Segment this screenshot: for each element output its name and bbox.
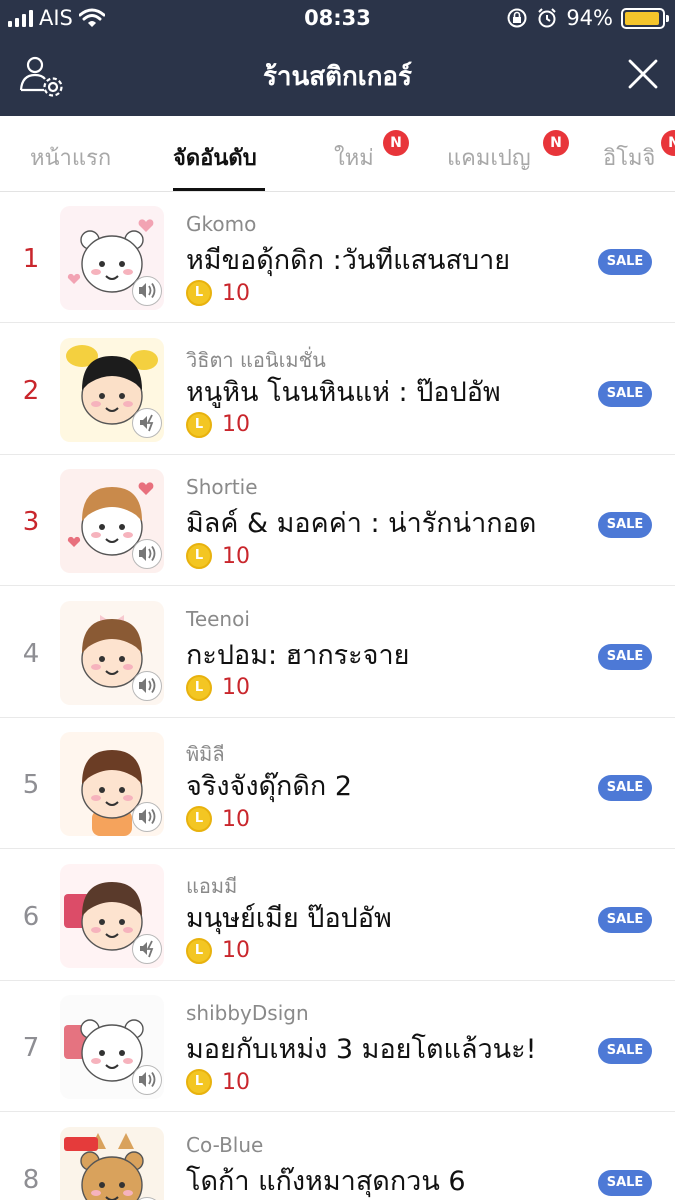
battery-icon bbox=[621, 7, 669, 29]
sticker-name: หนูหิน โนนหินแห่ : ป๊อปอัพ bbox=[186, 376, 501, 408]
sticker-author: Co-Blue bbox=[186, 1132, 264, 1157]
sound-icon[interactable] bbox=[132, 276, 162, 306]
sticker-thumbnail[interactable] bbox=[60, 1126, 164, 1200]
popup-sound-icon[interactable] bbox=[132, 933, 162, 964]
tab-new[interactable]: ใหม่ bbox=[334, 140, 374, 175]
sale-badge: SALE bbox=[598, 249, 652, 275]
sticker-name: มนุษย์เมีย ป๊อปอัพ bbox=[186, 902, 392, 934]
sticker-author: Gkomo bbox=[186, 212, 257, 236]
price-value: 10 bbox=[222, 806, 250, 832]
popup-sound-icon[interactable] bbox=[132, 407, 162, 438]
coin-icon: L bbox=[186, 411, 212, 438]
sticker-name: กะปอม: ฮากระจาย bbox=[186, 639, 410, 671]
rank-number: 8 bbox=[22, 1164, 40, 1195]
sticker-list-item[interactable]: 4 Teenoi กะปอม: ฮากระจาย L 10 SALE bbox=[0, 586, 675, 718]
alarm-icon bbox=[538, 8, 557, 28]
status-bar: AIS 08:33 94% bbox=[0, 0, 675, 38]
rank-number: 3 bbox=[22, 507, 40, 537]
sticker-name: จริงจังดุ๊กดิก 2 bbox=[186, 771, 353, 802]
price-value: 10 bbox=[222, 543, 250, 569]
app-header: AIS 08:33 94% ร้านสติกเกอร์ bbox=[0, 0, 675, 116]
sticker-price: L 10 bbox=[186, 674, 250, 701]
page-title: ร้านสติกเกอร์ bbox=[262, 62, 413, 92]
rank-number: 4 bbox=[22, 638, 40, 669]
coin-icon: L bbox=[186, 806, 212, 832]
coin-icon: L bbox=[186, 1069, 212, 1095]
tab-emoji[interactable]: อิโมจิ bbox=[603, 140, 655, 175]
price-value: 10 bbox=[222, 280, 250, 306]
tab-home[interactable]: หน้าแรก bbox=[30, 140, 111, 175]
tab-new-badge: N bbox=[383, 130, 409, 156]
orientation-lock-icon bbox=[507, 8, 527, 28]
tab-ranking[interactable]: จัดอันดับ bbox=[173, 140, 257, 175]
sound-icon[interactable] bbox=[132, 1065, 162, 1095]
active-tab-indicator bbox=[173, 188, 265, 191]
sticker-author: Teenoi bbox=[186, 606, 250, 631]
sticker-list-item[interactable]: 8 Co-Blue โดก้า แก๊งหมาสุดกวน 6 L 10 SAL… bbox=[0, 1112, 675, 1200]
sound-icon[interactable] bbox=[132, 1196, 162, 1200]
sticker-author: shibbyDsign bbox=[186, 1001, 309, 1025]
sticker-list-item[interactable]: 5 พิมิลี จริงจังดุ๊กดิก 2 L 10 SALE bbox=[0, 718, 675, 849]
sticker-name: โดก้า แก๊งหมาสุดกวน 6 bbox=[186, 1165, 466, 1197]
sound-icon[interactable] bbox=[132, 802, 162, 832]
sticker-price: L 10 bbox=[186, 411, 250, 438]
sticker-list-item[interactable]: 1 Gkomo หมีขอดุ้กดิก :วันทีแสนสบาย L 10 … bbox=[0, 192, 675, 323]
battery-percent: 94% bbox=[566, 6, 613, 30]
sticker-price: L 10 bbox=[186, 1069, 250, 1095]
sticker-price: L 10 bbox=[186, 543, 250, 569]
price-value: 10 bbox=[222, 412, 250, 437]
price-value: 10 bbox=[222, 938, 250, 963]
sale-badge: SALE bbox=[598, 1169, 652, 1196]
sticker-list-item[interactable]: 6 แอมมี มนุษย์เมีย ป๊อปอัพ L 10 SALE bbox=[0, 849, 675, 981]
price-value: 10 bbox=[222, 1069, 250, 1095]
coin-icon: L bbox=[186, 280, 212, 306]
sticker-list-item[interactable]: 7 shibbyDsign มอยกับเหม่ง 3 มอยโตแล้วนะ!… bbox=[0, 981, 675, 1112]
rank-number: 6 bbox=[22, 901, 40, 932]
sale-badge: SALE bbox=[598, 775, 652, 801]
sticker-list-item[interactable]: 3 Shortie มิลค์ & มอคค่า : น่ารักน่ากอด … bbox=[0, 455, 675, 586]
tab-bar: หน้าแรก จัดอันดับ ใหม่ N แคมเปญ N อิโมจิ… bbox=[0, 116, 675, 192]
sale-badge: SALE bbox=[598, 380, 652, 407]
sticker-price: L 10 bbox=[186, 806, 250, 832]
coin-icon: L bbox=[186, 674, 212, 701]
sticker-price: L 10 bbox=[186, 937, 250, 964]
sticker-price: L 10 bbox=[186, 280, 250, 306]
sale-badge: SALE bbox=[598, 643, 652, 670]
sale-badge: SALE bbox=[598, 1038, 652, 1064]
rank-number: 2 bbox=[22, 375, 40, 406]
sound-icon[interactable] bbox=[132, 670, 162, 701]
sticker-author: Shortie bbox=[186, 475, 258, 499]
sticker-name: มิลค์ & มอคค่า : น่ารักน่ากอด bbox=[186, 508, 537, 539]
battery-level bbox=[625, 11, 659, 25]
sticker-name: หมีขอดุ้กดิก :วันทีแสนสบาย bbox=[186, 245, 511, 276]
coin-icon: L bbox=[186, 937, 212, 964]
sticker-list-item[interactable]: 2 วิธิตา แอนิเมชั่น หนูหิน โนนหินแห่ : ป… bbox=[0, 323, 675, 455]
sale-badge: SALE bbox=[598, 512, 652, 538]
sale-badge: SALE bbox=[598, 906, 652, 933]
rank-number: 1 bbox=[22, 244, 40, 274]
tab-campaign[interactable]: แคมเปญ bbox=[447, 140, 531, 175]
close-icon[interactable] bbox=[627, 58, 659, 90]
tab-campaign-badge: N bbox=[543, 130, 569, 156]
rank-number: 5 bbox=[22, 770, 40, 800]
rank-number: 7 bbox=[22, 1033, 40, 1063]
price-value: 10 bbox=[222, 675, 250, 700]
coin-icon: L bbox=[186, 543, 212, 569]
title-bar: ร้านสติกเกอร์ bbox=[0, 38, 675, 116]
sound-icon[interactable] bbox=[132, 539, 162, 569]
sticker-name: มอยกับเหม่ง 3 มอยโตแล้วนะ! bbox=[186, 1034, 537, 1065]
tab-emoji-badge: N bbox=[661, 130, 675, 156]
